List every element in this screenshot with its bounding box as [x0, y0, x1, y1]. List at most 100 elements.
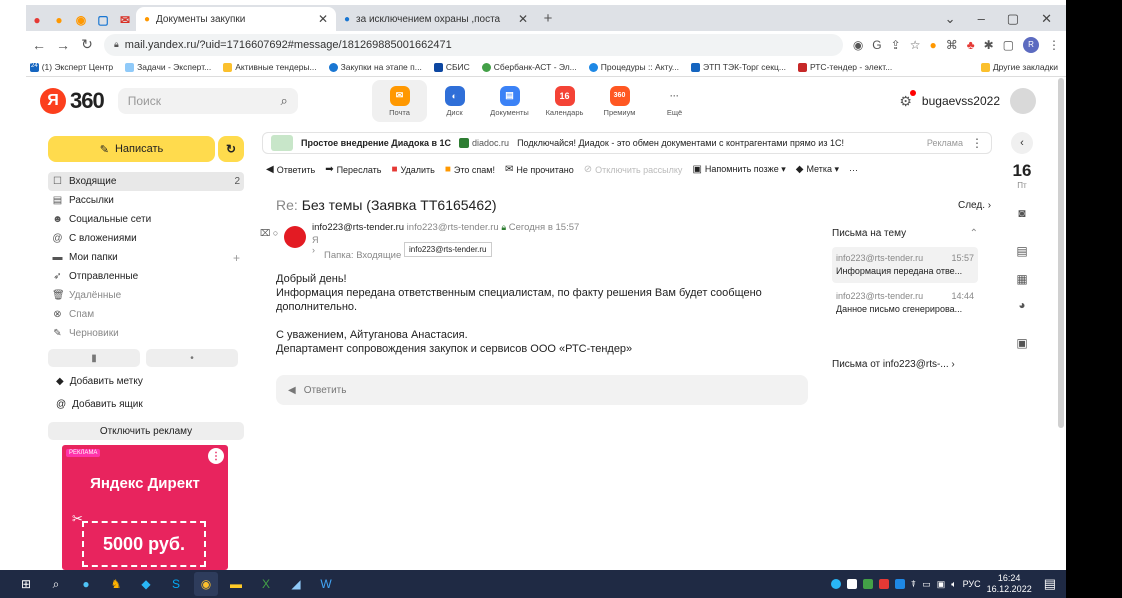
sidepanel-icon[interactable]: ▢ [1003, 38, 1014, 52]
app-icon[interactable]: ♞ [104, 572, 128, 596]
folder-drafts[interactable]: ✎ Черновики [48, 324, 244, 343]
bookmark-item[interactable]: Процедуры :: Акту... [588, 62, 679, 72]
bookmark-star-icon[interactable]: ☆ [910, 38, 921, 52]
message-flags-icon[interactable]: ⌧ ○ [260, 228, 278, 239]
bookmark-item[interactable]: 24 (1) Эксперт Центр [30, 62, 113, 72]
notifications-icon[interactable]: ▤ [1044, 576, 1056, 592]
thread-item[interactable]: info223@rts-tender.ru 15:57 Информация пе… [832, 247, 978, 283]
other-bookmarks[interactable]: Другие закладки [980, 62, 1062, 72]
excel-icon[interactable]: X [254, 572, 278, 596]
pinned-tab-opera[interactable]: ● [26, 9, 48, 31]
telemost-icon[interactable]: ◙ [1015, 206, 1029, 220]
dot-filter-button[interactable]: • [146, 349, 238, 367]
close-window-button[interactable]: ✕ [1041, 7, 1052, 31]
contacts-icon[interactable]: ▣ [1015, 336, 1029, 350]
refresh-button[interactable]: ↻ [218, 136, 244, 162]
tray-icon[interactable] [862, 579, 873, 589]
extension-icon[interactable]: ● [929, 38, 936, 52]
windows-start-icon[interactable]: ⊞ [14, 572, 38, 596]
folder-trash[interactable]: 🗑︎ Удалённые [48, 286, 244, 305]
chevron-up-icon[interactable]: ⌃ [970, 228, 978, 239]
yandex-360-logo[interactable]: Я 360 [40, 88, 105, 114]
profile-avatar[interactable]: R [1023, 36, 1039, 53]
minimize-button[interactable]: – [978, 7, 985, 31]
remind-later-button[interactable]: ▣ Напомнить позже ▾ [692, 164, 785, 175]
bookmark-item[interactable]: Задачи - Эксперт... [125, 62, 211, 72]
page-scrollbar[interactable] [1058, 78, 1064, 428]
disk-icon[interactable]: ◕ [1015, 298, 1029, 312]
more-actions-button[interactable]: ··· [849, 165, 858, 175]
maximize-button[interactable]: ▢ [1007, 7, 1019, 31]
sender-name[interactable]: info223@rts-tender.ru [312, 222, 404, 233]
tab-active[interactable]: ● Документы закупки ✕ [136, 7, 336, 31]
new-tab-button[interactable]: + [536, 7, 560, 31]
pinned-tab-gmail[interactable]: ✉ [114, 9, 136, 31]
next-message-link[interactable]: След. › [958, 200, 991, 211]
notes-icon[interactable]: ▤ [1015, 244, 1029, 258]
battery-icon[interactable]: ▭ [922, 579, 931, 590]
add-label-link[interactable]: ◆ Добавить метку [56, 376, 143, 387]
add-folder-icon[interactable]: + [233, 251, 240, 265]
menu-dots-icon[interactable]: ⋮ [1048, 38, 1060, 52]
search-icon[interactable]: ⌕ [280, 93, 287, 109]
extension-icon[interactable]: ⌘ [946, 38, 958, 52]
apps-grid-icon[interactable]: ▦ [1015, 272, 1029, 286]
extension-icon[interactable]: ♣ [967, 38, 975, 52]
bookmark-item[interactable]: Сбербанк-АСТ - Эл... [481, 62, 577, 72]
pinned-tab-mail[interactable]: ◉ [70, 9, 92, 31]
close-tab-icon[interactable]: ✕ [518, 12, 528, 26]
network-icon[interactable]: ▣ [937, 579, 946, 590]
sender-avatar[interactable] [284, 226, 306, 248]
folder-newsletters[interactable]: ▤ Рассылки [48, 191, 244, 210]
tab-search-icon[interactable]: ⌄ [945, 7, 956, 31]
label-button[interactable]: ◆ Метка ▾ [796, 164, 839, 175]
search-icon[interactable]: ⌕ [44, 572, 68, 596]
folder-sent[interactable]: ➶ Отправленные [48, 267, 244, 286]
tray-icon[interactable] [878, 579, 889, 589]
ad-line[interactable]: Простое внедрение Диадока в 1С diadoc.ru… [262, 132, 992, 154]
service-premium[interactable]: 360 Премиум [592, 80, 647, 122]
user-avatar[interactable] [1010, 88, 1036, 114]
word-icon[interactable]: W [314, 572, 338, 596]
compose-button[interactable]: ✎ Написать [48, 136, 215, 162]
service-disk[interactable]: ◐ Диск [427, 80, 482, 122]
google-icon[interactable]: G [872, 38, 881, 52]
volume-icon[interactable]: 🔈︎ [951, 579, 956, 590]
telegram-icon[interactable]: ◆ [134, 572, 158, 596]
service-calendar[interactable]: 16 Календарь [537, 80, 592, 122]
calendar-day[interactable]: 16 [1010, 161, 1034, 181]
sender-address[interactable]: info223@rts-tender.ru [407, 222, 499, 233]
bookmark-item[interactable]: ЭТП ТЭК-Торг секц... [691, 62, 786, 72]
address-bar[interactable]: 🔒︎ mail.yandex.ru/?uid=1716607692#messag… [104, 33, 843, 56]
location-icon[interactable]: ◉ [853, 38, 863, 52]
folder-attachments[interactable]: @ С вложениями [48, 229, 244, 248]
extensions-puzzle-icon[interactable]: ✱ [984, 38, 994, 52]
tray-icon[interactable] [894, 579, 905, 589]
forward-icon[interactable]: → [56, 37, 70, 53]
tray-icon[interactable] [846, 579, 857, 589]
spam-button[interactable]: ■ Это спам! [445, 164, 495, 175]
app-icon[interactable]: ● [74, 572, 98, 596]
skype-icon[interactable]: S [164, 572, 188, 596]
disable-ads-button[interactable]: Отключить рекламу [48, 422, 244, 440]
folder-my-folders[interactable]: ▬ Мои папки + [48, 248, 244, 267]
service-more[interactable]: ··· Ещё [647, 80, 702, 122]
chrome-icon[interactable]: ◉ [194, 572, 218, 596]
thread-item[interactable]: info223@rts-tender.ru 14:44 Данное письмо… [832, 285, 978, 321]
ad-menu-icon[interactable]: ⋮ [971, 136, 983, 150]
recipient[interactable]: Я › [312, 235, 319, 255]
clock[interactable]: 16:24 16.12.2022 [987, 573, 1032, 595]
folder-inbox[interactable]: ☐ Входящие 2 [48, 172, 244, 191]
pinned-tab-app[interactable]: ● [48, 9, 70, 31]
bookmark-item[interactable]: Активные тендеры... [223, 62, 317, 72]
delete-button[interactable]: ■ Удалить [391, 164, 434, 175]
back-icon[interactable]: ← [32, 37, 46, 53]
folder-social[interactable]: ☻ Социальные сети [48, 210, 244, 229]
quick-reply-input[interactable]: ◀ Ответить [276, 375, 808, 405]
unsubscribe-button[interactable]: ⊘ Отключить рассылку [584, 164, 683, 175]
telegram-tray-icon[interactable] [830, 579, 841, 589]
add-mailbox-link[interactable]: @ Добавить ящик [56, 399, 143, 410]
file-explorer-icon[interactable]: ▬ [224, 572, 248, 596]
thread-title[interactable]: Письма на тему ⌃ [832, 228, 978, 239]
language-indicator[interactable]: РУС [963, 579, 981, 589]
